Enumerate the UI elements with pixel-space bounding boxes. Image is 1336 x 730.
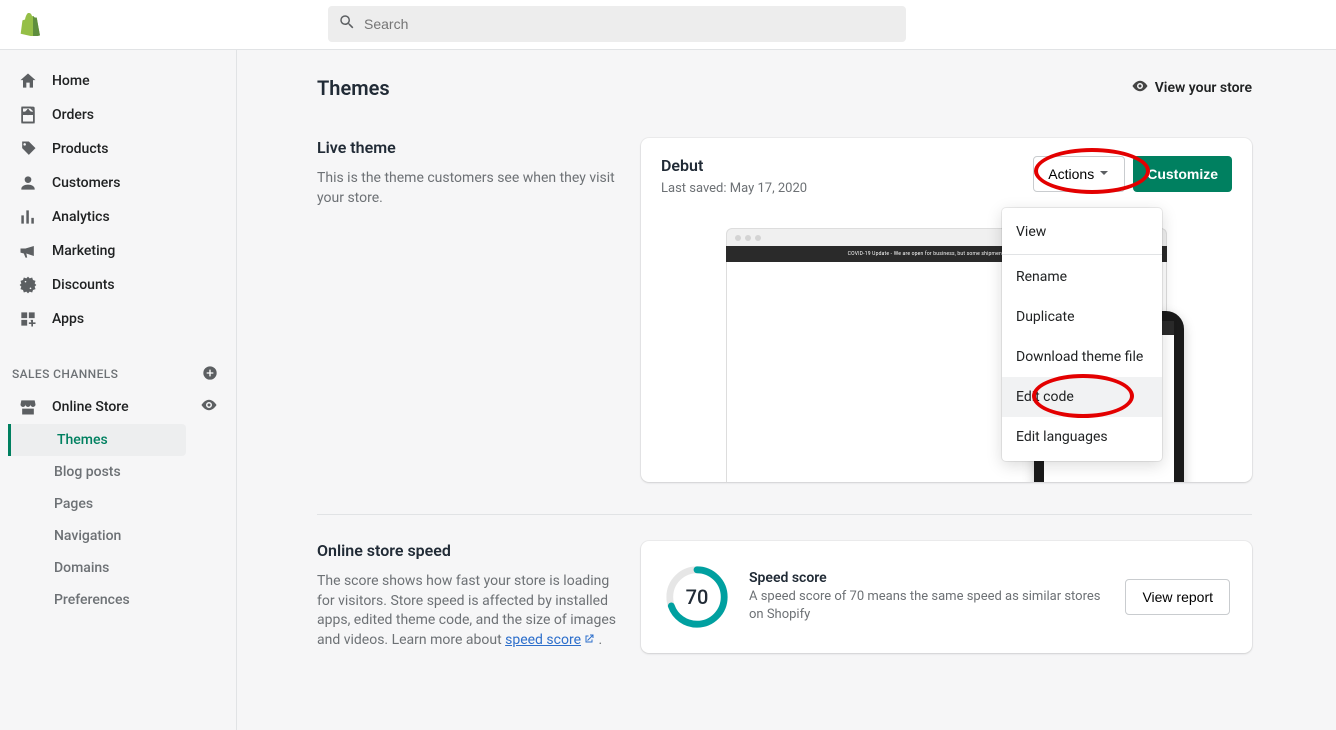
- view-store-label: View your store: [1155, 80, 1252, 96]
- nav-customers[interactable]: Customers: [0, 166, 236, 200]
- theme-name: Debut: [661, 156, 807, 175]
- nav-marketing-label: Marketing: [52, 243, 115, 259]
- dropdown-download[interactable]: Download theme file: [1002, 337, 1162, 377]
- store-icon: [18, 397, 38, 417]
- add-channel-icon[interactable]: [202, 365, 218, 384]
- nav-products[interactable]: Products: [0, 132, 236, 166]
- nav-orders-label: Orders: [52, 107, 94, 123]
- speed-desc-post: .: [599, 632, 603, 648]
- actions-dropdown: View Rename Duplicate Download theme fil…: [1002, 208, 1162, 461]
- orders-icon: [18, 105, 38, 125]
- theme-actions-group: Actions Customize: [1033, 156, 1232, 192]
- sales-channels-label: SALES CHANNELS: [12, 367, 118, 381]
- actions-button[interactable]: Actions: [1033, 156, 1125, 192]
- online-store-subnav: Themes Blog posts Pages Navigation Domai…: [0, 424, 236, 616]
- subnav-pages[interactable]: Pages: [54, 488, 236, 520]
- subnav-blog-posts[interactable]: Blog posts: [54, 456, 236, 488]
- nav-home-label: Home: [52, 73, 90, 89]
- browser-dot-icon: [735, 235, 741, 241]
- customize-button[interactable]: Customize: [1133, 156, 1232, 192]
- theme-card: Debut Last saved: May 17, 2020 Actions C…: [641, 138, 1252, 482]
- subnav-themes[interactable]: Themes: [8, 424, 186, 456]
- home-icon: [18, 71, 38, 91]
- live-theme-desc: This is the theme customers see when the…: [317, 169, 617, 208]
- speed-score-link[interactable]: speed score: [505, 632, 595, 648]
- view-your-store-link[interactable]: View your store: [1131, 77, 1252, 99]
- speed-section: Online store speed The score shows how f…: [237, 515, 1336, 653]
- main-content: Themes View your store Live theme This i…: [237, 50, 1336, 730]
- search-bar[interactable]: [328, 6, 906, 42]
- search-input[interactable]: [364, 16, 896, 32]
- speed-score-label: Speed score: [749, 570, 1107, 586]
- theme-card-header: Debut Last saved: May 17, 2020 Actions C…: [661, 156, 1232, 196]
- bars-icon: [18, 207, 38, 227]
- view-report-button[interactable]: View report: [1125, 579, 1230, 615]
- nav-home[interactable]: Home: [0, 64, 236, 98]
- person-icon: [18, 173, 38, 193]
- subnav-navigation[interactable]: Navigation: [54, 520, 236, 552]
- caret-down-icon: [1098, 166, 1110, 182]
- apps-icon: [18, 309, 38, 329]
- page-header: Themes View your store: [237, 50, 1336, 112]
- dropdown-edit-languages[interactable]: Edit languages: [1002, 417, 1162, 457]
- dropdown-duplicate[interactable]: Duplicate: [1002, 297, 1162, 337]
- sales-channels-header: SALES CHANNELS: [0, 358, 236, 390]
- top-bar: [0, 0, 1336, 50]
- eye-icon: [1131, 77, 1155, 99]
- nav-customers-label: Customers: [52, 175, 120, 191]
- sidebar: Home Orders Products Customers Analytics…: [0, 50, 237, 730]
- nav-apps-label: Apps: [52, 311, 84, 327]
- subnav-preferences[interactable]: Preferences: [54, 584, 236, 616]
- nav-analytics-label: Analytics: [52, 209, 110, 225]
- nav-products-label: Products: [52, 141, 109, 157]
- speed-desc: The score shows how fast your store is l…: [317, 572, 617, 650]
- speed-donut: 70: [663, 563, 731, 631]
- live-theme-info: Live theme This is the theme customers s…: [317, 138, 617, 482]
- speed-info: Online store speed The score shows how f…: [317, 541, 617, 653]
- speed-card: 70 Speed score A speed score of 70 means…: [641, 541, 1252, 653]
- nav-marketing[interactable]: Marketing: [0, 234, 236, 268]
- live-theme-heading: Live theme: [317, 138, 617, 157]
- tag-icon: [18, 139, 38, 159]
- browser-dot-icon: [755, 235, 761, 241]
- nav-orders[interactable]: Orders: [0, 98, 236, 132]
- browser-dot-icon: [745, 235, 751, 241]
- megaphone-icon: [18, 241, 38, 261]
- speed-score-desc: A speed score of 70 means the same speed…: [749, 588, 1107, 624]
- dropdown-view[interactable]: View: [1002, 212, 1162, 252]
- theme-last-saved: Last saved: May 17, 2020: [661, 181, 807, 196]
- nav-online-store[interactable]: Online Store: [0, 390, 236, 424]
- nav-apps[interactable]: Apps: [0, 302, 236, 336]
- nav-discounts-label: Discounts: [52, 277, 115, 293]
- nav-discounts[interactable]: Discounts: [0, 268, 236, 302]
- speed-mid: Speed score A speed score of 70 means th…: [749, 570, 1107, 624]
- dropdown-divider: [1002, 254, 1162, 255]
- dropdown-edit-code[interactable]: Edit code: [1002, 377, 1162, 417]
- shopify-logo-icon: [18, 13, 40, 37]
- nav-analytics[interactable]: Analytics: [0, 200, 236, 234]
- speed-link-label: speed score: [505, 632, 581, 648]
- page-title: Themes: [317, 76, 390, 100]
- nav-online-store-label: Online Store: [52, 399, 129, 415]
- actions-button-label: Actions: [1048, 166, 1094, 182]
- subnav-domains[interactable]: Domains: [54, 552, 236, 584]
- live-theme-section: Live theme This is the theme customers s…: [237, 112, 1336, 482]
- speed-score-value: 70: [663, 563, 731, 631]
- search-icon: [338, 13, 364, 35]
- speed-heading: Online store speed: [317, 541, 617, 560]
- eye-icon[interactable]: [200, 396, 218, 418]
- dropdown-rename[interactable]: Rename: [1002, 257, 1162, 297]
- discount-icon: [18, 275, 38, 295]
